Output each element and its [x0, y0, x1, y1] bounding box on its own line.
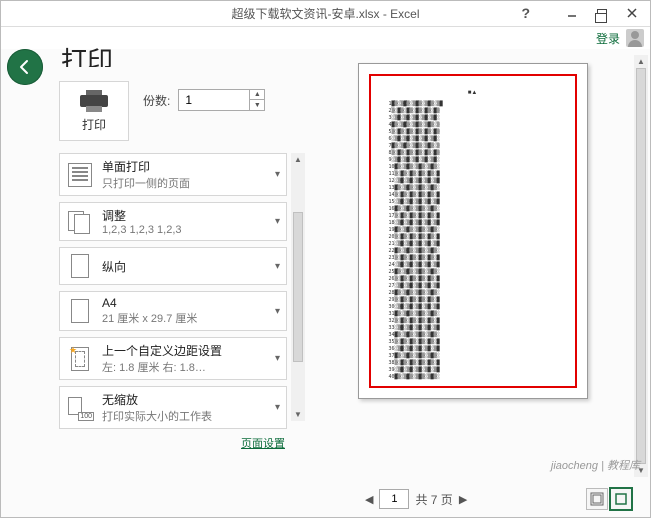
setting-orientation-title: 纵向: [102, 258, 267, 275]
setting-duplex-title: 单面打印: [102, 158, 267, 175]
page-current-input[interactable]: [379, 489, 409, 509]
scroll-down-icon[interactable]: ▼: [637, 466, 645, 475]
setting-collate[interactable]: 调整 1,2,3 1,2,3 1,2,3 ▾: [59, 202, 287, 241]
print-preview-pane: ■▲ 1█▒░▒█▒░▒█▒░▒█▒░▒█ 2▒░█▒░█▒░█▒░█▒░█▒ …: [311, 49, 650, 517]
chevron-down-icon: ▾: [275, 216, 280, 227]
back-button[interactable]: [7, 49, 43, 85]
settings-scrollbar[interactable]: ▲ ▼: [291, 153, 305, 421]
signin-link[interactable]: 登录: [596, 30, 620, 47]
page-of-label: 共 7 页: [415, 491, 452, 508]
setting-papersize-title: A4: [102, 296, 267, 310]
setting-scaling-sub: 打印实际大小的工作表: [102, 408, 267, 424]
close-button[interactable]: [618, 3, 646, 23]
setting-duplex-sub: 只打印一侧的页面: [102, 175, 267, 191]
copies-label: 份数:: [143, 92, 170, 109]
avatar-icon[interactable]: [626, 29, 644, 47]
preview-content-border: ■▲ 1█▒░▒█▒░▒█▒░▒█▒░▒█ 2▒░█▒░█▒░█▒░█▒░█▒ …: [369, 74, 577, 388]
scroll-down-icon[interactable]: ▼: [294, 410, 302, 419]
chevron-down-icon: ▾: [275, 306, 280, 317]
page-setup-link[interactable]: 页面设置: [59, 435, 303, 451]
setting-scaling-title: 无缩放: [102, 391, 267, 408]
back-column: [1, 49, 51, 517]
scroll-thumb[interactable]: [293, 212, 303, 362]
setting-orientation[interactable]: 纵向 ▾: [59, 247, 287, 285]
settings-list: 单面打印 只打印一侧的页面 ▾ 调整 1,2,3 1,2,3 1,2,3 ▾ 纵…: [59, 153, 303, 451]
preview-page: ■▲ 1█▒░▒█▒░▒█▒░▒█▒░▒█ 2▒░█▒░█▒░█▒░█▒░█▒ …: [358, 63, 588, 399]
setting-margins-sub: 左: 1.8 厘米 右: 1.8…: [102, 359, 267, 375]
chevron-down-icon: ▾: [275, 353, 280, 364]
restore-button[interactable]: [588, 3, 616, 23]
copies-up-icon[interactable]: ▲: [250, 90, 264, 100]
copies-down-icon[interactable]: ▼: [250, 100, 264, 110]
setting-margins[interactable]: ★ 上一个自定义边距设置 左: 1.8 厘米 右: 1.8… ▾: [59, 337, 287, 380]
view-buttons: [586, 488, 632, 510]
paper-icon: [66, 297, 94, 325]
chevron-down-icon: ▾: [275, 261, 280, 272]
scroll-thumb[interactable]: [636, 68, 646, 464]
setting-collate-title: 调整: [102, 207, 267, 224]
scale-icon: [66, 394, 94, 422]
title-bar: 超级下载软文资讯-安卓.xlsx - Excel ?: [1, 1, 650, 27]
scroll-up-icon[interactable]: ▲: [294, 155, 302, 164]
print-button[interactable]: 打印: [59, 81, 129, 141]
show-margins-button[interactable]: [586, 488, 608, 510]
scroll-up-icon[interactable]: ▲: [637, 57, 645, 66]
print-block: 打印 份数: ▲ ▼: [59, 81, 303, 141]
preview-scrollbar[interactable]: ▲ ▼: [634, 55, 648, 477]
setting-margins-title: 上一个自定义边距设置: [102, 342, 267, 359]
page-prev-icon[interactable]: ◀: [365, 493, 373, 506]
preview-greek-text: ■▲ 1█▒░▒█▒░▒█▒░▒█▒░▒█ 2▒░█▒░█▒░█▒░█▒░█▒ …: [389, 90, 557, 381]
help-icon[interactable]: ?: [521, 5, 530, 21]
chevron-down-icon: ▾: [275, 402, 280, 413]
orientation-portrait-icon: [66, 252, 94, 280]
pager: ◀ 共 7 页 ▶: [365, 489, 467, 509]
chevron-down-icon: ▾: [275, 169, 280, 180]
print-settings-pane: 打印 打印 份数: ▲ ▼ 单面打印: [51, 49, 311, 517]
collate-icon: [66, 208, 94, 236]
minimize-button[interactable]: [558, 3, 586, 23]
window-title: 超级下载软文资讯-安卓.xlsx - Excel: [231, 5, 419, 22]
preview-page-wrap: ■▲ 1█▒░▒█▒░▒█▒░▒█▒░▒█ 2▒░█▒░█▒░█▒░█▒░█▒ …: [311, 49, 650, 481]
copies-control: 份数: ▲ ▼: [143, 89, 265, 111]
main-area: 打印 打印 份数: ▲ ▼ 单面打印: [1, 49, 650, 517]
zoom-to-page-button[interactable]: [610, 488, 632, 510]
setting-duplex[interactable]: 单面打印 只打印一侧的页面 ▾: [59, 153, 287, 196]
window-controls: [558, 3, 646, 23]
duplex-icon: [66, 161, 94, 189]
printer-icon: [80, 90, 108, 112]
copies-spinner[interactable]: ▲ ▼: [178, 89, 265, 111]
setting-scaling[interactable]: 无缩放 打印实际大小的工作表 ▾: [59, 386, 287, 429]
setting-papersize-sub: 21 厘米 x 29.7 厘米: [102, 310, 267, 326]
margins-icon: ★: [66, 345, 94, 373]
page-title: 打印: [61, 41, 303, 67]
preview-footer: ◀ 共 7 页 ▶: [311, 481, 650, 517]
setting-papersize[interactable]: A4 21 厘米 x 29.7 厘米 ▾: [59, 291, 287, 331]
print-button-label: 打印: [82, 116, 106, 133]
page-next-icon[interactable]: ▶: [459, 493, 467, 506]
setting-collate-sub: 1,2,3 1,2,3 1,2,3: [102, 224, 267, 236]
copies-input[interactable]: [179, 90, 249, 110]
